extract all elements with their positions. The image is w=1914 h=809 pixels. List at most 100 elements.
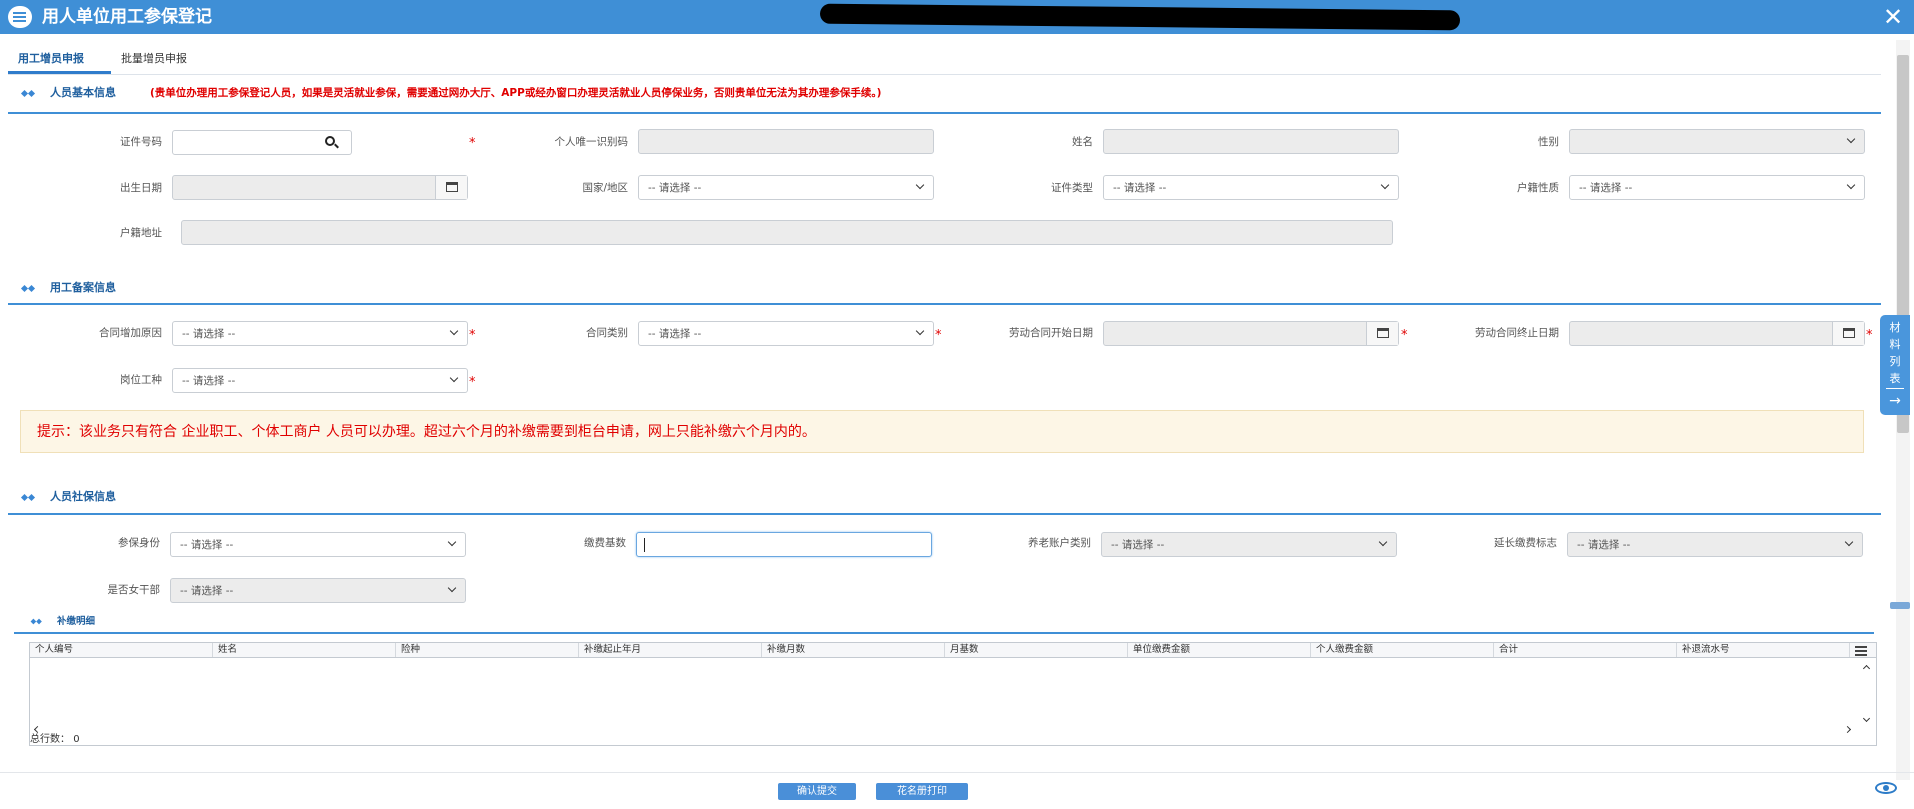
grid-column-header[interactable]: 补缴起止年月	[579, 643, 762, 657]
section-divider	[14, 632, 1874, 634]
label-country: 国家/地区	[582, 182, 628, 194]
list-icon	[8, 6, 32, 28]
arrow-right-icon[interactable]: →	[1880, 392, 1910, 410]
female-cadre-select[interactable]: -- 请选择 --	[170, 578, 466, 603]
page-scrollbar-marker	[1890, 602, 1910, 609]
section-title-supplement: 补缴明细	[57, 616, 96, 627]
grid-column-header[interactable]: 个人编号	[30, 643, 213, 657]
section-title-employment: 用工备案信息	[50, 281, 116, 294]
diamond-icon	[20, 283, 36, 294]
section-notice-basic: (贵单位办理用工参保登记人员，如果是灵活就业参保，需要通过网办大厅、APP或经办…	[150, 87, 882, 99]
hukou-address-input	[181, 220, 1393, 245]
label-pension-account-type: 养老账户类别	[1028, 537, 1091, 549]
grid-column-header[interactable]: 月基数	[945, 643, 1128, 657]
grid-column-header[interactable]: 险种	[396, 643, 579, 657]
search-icon	[325, 136, 335, 146]
chevron-down-icon	[1378, 538, 1390, 550]
calendar-button[interactable]	[435, 176, 467, 199]
grid-column-header[interactable]: 姓名	[213, 643, 396, 657]
contract-end-input	[1569, 321, 1865, 346]
close-icon[interactable]: ✕	[1878, 3, 1908, 31]
required-mark: *	[469, 375, 476, 390]
text-caret	[644, 538, 645, 552]
label-id-type: 证件类型	[1051, 182, 1093, 194]
grid-column-header[interactable]: 补退流水号	[1677, 643, 1850, 657]
chevron-down-icon	[1846, 135, 1858, 147]
grid-horizontal-scrollbar[interactable]	[30, 724, 1858, 736]
chevron-right-icon[interactable]	[1843, 725, 1852, 734]
chevron-left-icon[interactable]	[33, 725, 42, 734]
grid-total-count: 总行数： 0	[30, 734, 80, 746]
total-label: 总行数：	[30, 734, 70, 745]
grid-column-header[interactable]: 补缴月数	[762, 643, 945, 657]
calendar-button[interactable]	[1832, 322, 1864, 345]
unique-id-input	[638, 129, 934, 154]
panel-divider	[1886, 388, 1904, 389]
label-hukou-type: 户籍性质	[1517, 182, 1559, 194]
chevron-down-icon	[449, 374, 461, 386]
label-hukou-address: 户籍地址	[120, 227, 162, 239]
grid-column-header[interactable]: 个人缴费金额	[1311, 643, 1494, 657]
position-select[interactable]: -- 请选择 --	[172, 368, 468, 393]
required-mark: *	[1866, 328, 1873, 343]
calendar-button[interactable]	[1366, 322, 1398, 345]
label-position: 岗位工种	[120, 374, 162, 386]
contract-reason-select[interactable]: -- 请选择 --	[172, 321, 468, 346]
label-extended-payment: 延长缴费标志	[1494, 537, 1557, 549]
calendar-icon	[1377, 328, 1389, 338]
label-female-cadre: 是否女干部	[107, 584, 161, 596]
chevron-down-icon	[447, 584, 459, 596]
eye-care-icon[interactable]	[1872, 780, 1900, 802]
extended-payment-select[interactable]: -- 请选择 --	[1567, 532, 1863, 557]
grid-vertical-scrollbar[interactable]	[1858, 660, 1876, 730]
grid-column-header[interactable]: 单位缴费金额	[1128, 643, 1311, 657]
chevron-up-icon[interactable]	[1862, 664, 1871, 673]
hukou-type-select[interactable]: -- 请选择 --	[1569, 175, 1865, 200]
chevron-down-icon	[915, 327, 927, 339]
chevron-down-icon	[1846, 181, 1858, 193]
diamond-icon	[30, 617, 42, 626]
materials-list-panel[interactable]: 材料列表 →	[1880, 315, 1910, 415]
contract-start-input	[1103, 321, 1399, 346]
id-search-button[interactable]	[312, 130, 352, 155]
tab-batch-add[interactable]: 批量增员申报	[121, 51, 187, 67]
label-contract-start: 劳动合同开始日期	[1009, 327, 1093, 339]
label-name: 姓名	[1072, 136, 1093, 148]
window-title: 用人单位用工参保登记	[42, 7, 212, 27]
print-roster-button[interactable]: 花名册打印	[876, 783, 968, 800]
label-insured-identity: 参保身份	[118, 537, 160, 549]
calendar-icon	[446, 182, 458, 192]
label-gender: 性别	[1538, 136, 1559, 148]
total-value: 0	[73, 734, 80, 745]
id-number-input[interactable]	[172, 130, 313, 155]
footer-divider	[0, 772, 1914, 773]
chevron-down-icon	[449, 327, 461, 339]
country-select[interactable]: -- 请选择 --	[638, 175, 934, 200]
chevron-down-icon	[447, 538, 459, 550]
tabs-divider	[8, 74, 1881, 75]
tip-text: 提示：该业务只有符合 企业职工、个体工商户 人员可以办理。超过六个月的补缴需要到…	[37, 424, 816, 440]
label-contract-reason: 合同增加原因	[99, 327, 162, 339]
label-unique-id: 个人唯一识别码	[554, 136, 629, 148]
id-type-select[interactable]: -- 请选择 --	[1103, 175, 1399, 200]
section-divider	[8, 112, 1881, 114]
submit-button[interactable]: 确认提交	[778, 783, 856, 800]
chevron-down-icon	[1844, 538, 1856, 550]
insured-identity-select[interactable]: -- 请选择 --	[170, 532, 466, 557]
diamond-icon	[20, 492, 36, 503]
diamond-icon	[20, 88, 36, 99]
tab-single-add[interactable]: 用工增员申报	[18, 51, 84, 67]
tip-banner: 提示：该业务只有符合 企业职工、个体工商户 人员可以办理。超过六个月的补缴需要到…	[20, 410, 1864, 453]
name-input	[1103, 129, 1399, 154]
section-divider	[8, 513, 1881, 515]
grid-menu-icon[interactable]	[1851, 644, 1873, 657]
label-id-number: 证件号码	[120, 136, 162, 148]
grid-column-header[interactable]: 合计	[1494, 643, 1677, 657]
section-title-basic: 人员基本信息	[50, 86, 116, 99]
gender-select[interactable]	[1569, 129, 1865, 154]
contribution-base-input[interactable]	[636, 532, 932, 557]
calendar-icon	[1843, 328, 1855, 338]
contract-type-select[interactable]: -- 请选择 --	[638, 321, 934, 346]
pension-account-type-select[interactable]: -- 请选择 --	[1101, 532, 1397, 557]
chevron-down-icon[interactable]	[1862, 714, 1871, 723]
